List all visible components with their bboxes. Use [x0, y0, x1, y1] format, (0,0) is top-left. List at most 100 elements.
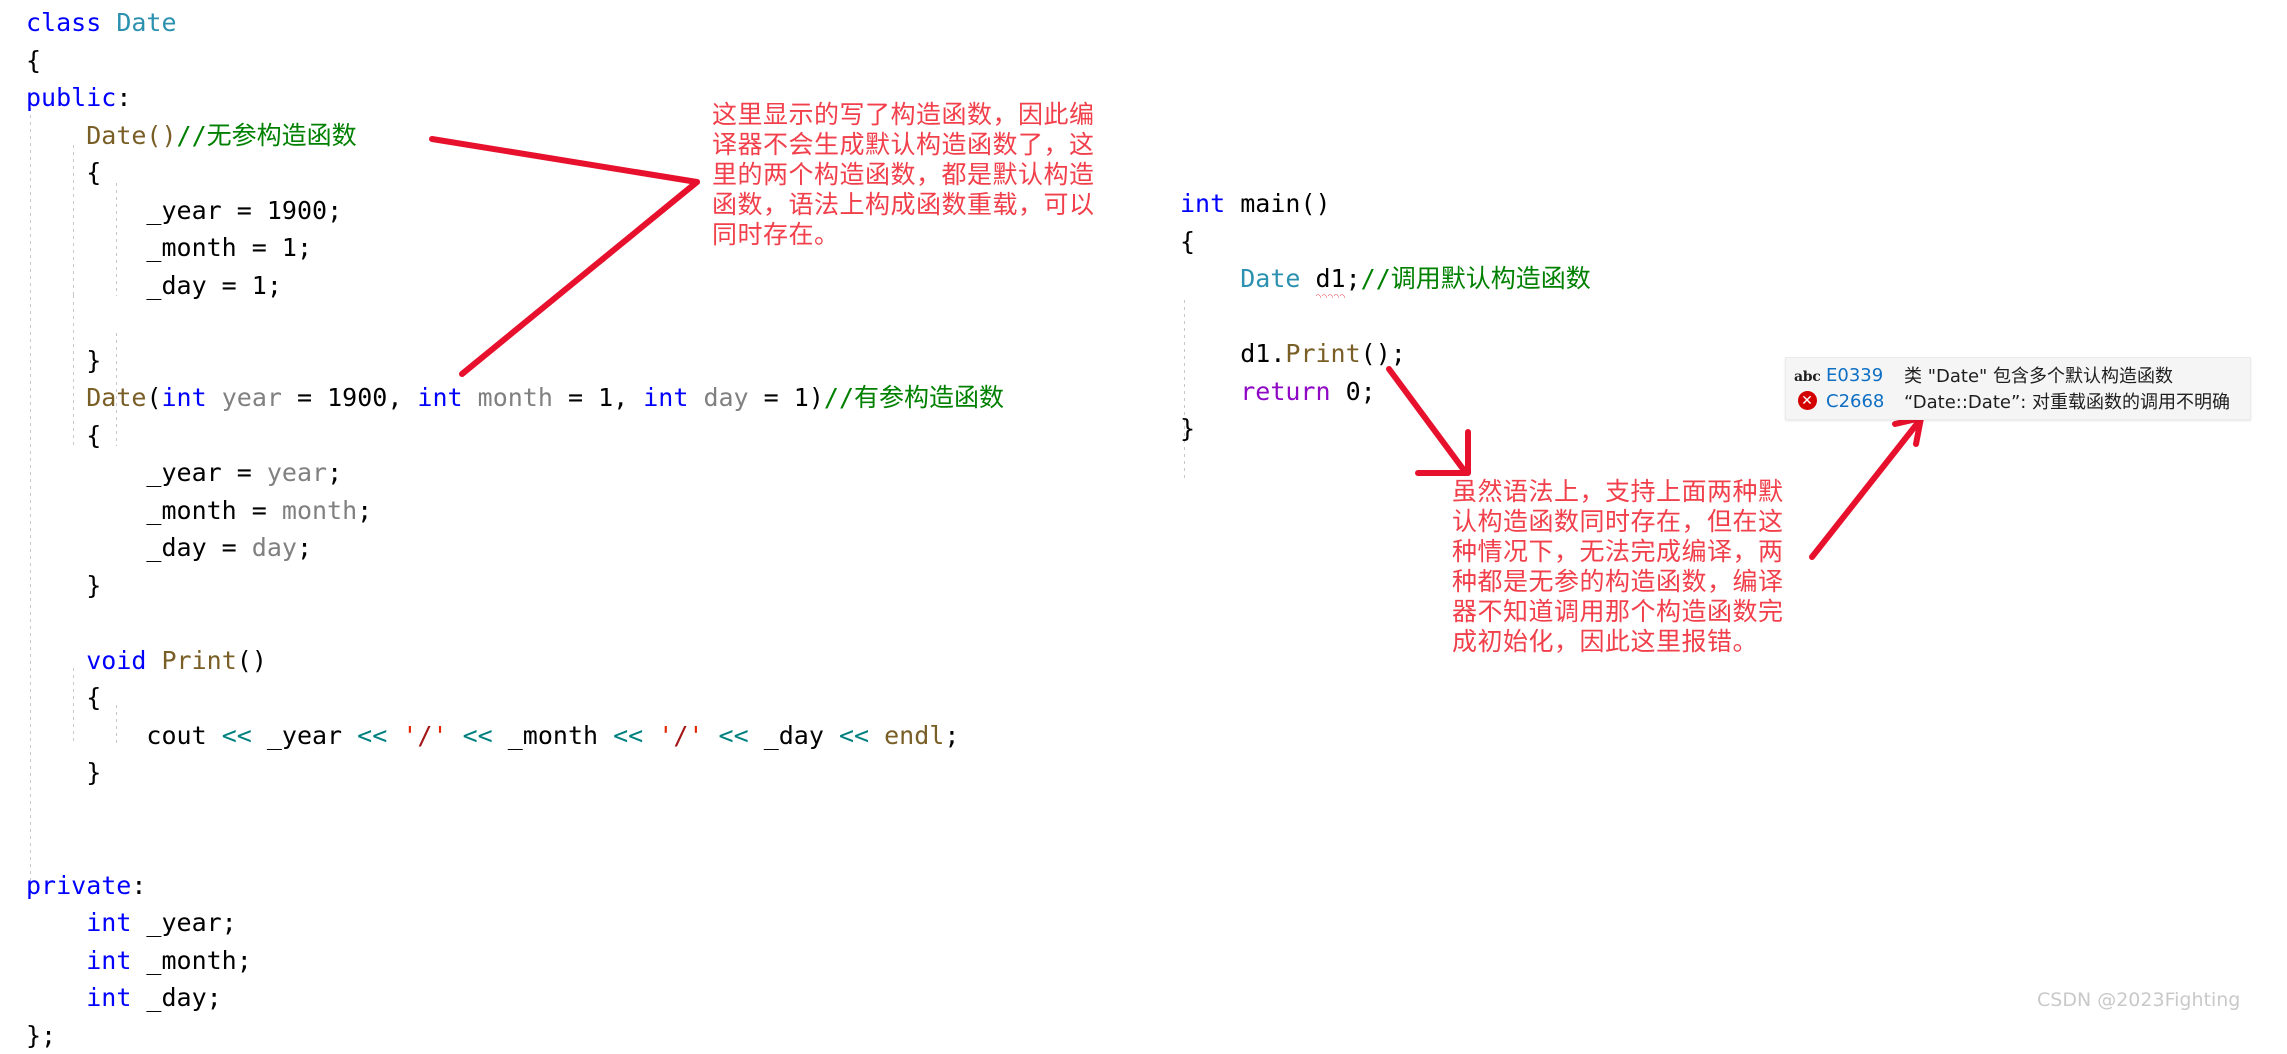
code-line: return 0; — [1180, 373, 1591, 411]
arrowhead-note-to-errors — [1895, 418, 1921, 444]
code-token: _month; — [131, 946, 251, 975]
code-token: //调用默认构造函数 — [1361, 264, 1591, 293]
error-row[interactable]: abc E0339 类 "Date" 包含多个默认构造函数 — [1794, 362, 2240, 388]
code-token: << — [613, 721, 643, 750]
code-token — [26, 796, 41, 825]
code-token: int — [86, 908, 131, 937]
code-token: private — [26, 871, 131, 900]
code-token: //有参构造函数 — [824, 383, 1004, 412]
code-line: Date d1;//调用默认构造函数 — [1180, 260, 1591, 298]
code-token: _year; — [131, 908, 236, 937]
code-indent — [1180, 264, 1240, 293]
code-token: Date() — [86, 121, 176, 150]
error-list-tooltip[interactable]: abc E0339 类 "Date" 包含多个默认构造函数 ✕ C2668 “D… — [1785, 357, 2251, 420]
code-indent — [26, 121, 86, 150]
code-token: ( — [146, 383, 161, 412]
code-indent — [26, 233, 146, 262]
code-token: : — [131, 871, 146, 900]
code-line — [1180, 298, 1591, 336]
code-indent — [26, 383, 86, 412]
code-token — [688, 383, 703, 412]
code-line: _day = day; — [26, 529, 1004, 567]
code-token: _day = — [146, 271, 251, 300]
code-token: = — [282, 383, 327, 412]
code-token: { — [86, 421, 101, 450]
code-token: ; — [944, 721, 959, 750]
code-line: int _day; — [26, 979, 1004, 1017]
code-indent — [26, 758, 86, 787]
code-token: cout — [146, 721, 221, 750]
code-token: { — [86, 158, 101, 187]
code-token — [643, 721, 658, 750]
code-token: month — [478, 383, 553, 412]
code-token: _year = — [146, 458, 266, 487]
code-line: Date(int year = 1900, int month = 1, int… — [26, 379, 1004, 417]
code-indent — [26, 196, 146, 225]
error-code: C2668 — [1826, 391, 1904, 412]
code-indent — [26, 571, 86, 600]
code-token: day — [703, 383, 748, 412]
code-token: ; — [267, 271, 282, 300]
code-token — [26, 608, 41, 637]
spellcheck-abc-icon: abc — [1794, 365, 1820, 385]
code-token: ' — [402, 721, 417, 750]
code-token — [1331, 377, 1346, 406]
code-token: int — [417, 383, 462, 412]
code-line: { — [26, 42, 1004, 80]
code-indent — [26, 646, 86, 675]
code-token: { — [1180, 227, 1195, 256]
code-token: 1900 — [327, 383, 387, 412]
code-token: _month = — [146, 496, 281, 525]
code-token: _year — [252, 721, 357, 750]
annotation-right-note: 虽然语法上，支持上面两种默 认构造函数同时存在，但在这 种情况下，无法完成编译，… — [1452, 477, 1872, 657]
error-x-icon: ✕ — [1794, 391, 1820, 411]
code-token: () — [237, 646, 267, 675]
code-indent — [26, 983, 86, 1012]
code-token: ; — [1391, 339, 1406, 368]
code-token: = — [553, 383, 598, 412]
code-token: 1 — [598, 383, 613, 412]
code-token: ' — [658, 721, 673, 750]
code-token: } — [86, 571, 101, 600]
code-token: public — [26, 83, 116, 112]
code-token: //无参构造函数 — [177, 121, 357, 150]
code-token: () — [1361, 339, 1391, 368]
code-token: , — [387, 383, 417, 412]
code-token: << — [222, 721, 252, 750]
code-block-main[interactable]: int main(){ Date d1;//调用默认构造函数 d1.Print(… — [1180, 185, 1591, 448]
code-token: int — [86, 983, 131, 1012]
code-token: endl — [884, 721, 944, 750]
code-token — [1300, 264, 1315, 293]
code-token: : — [116, 83, 131, 112]
code-line: } — [26, 342, 1004, 380]
code-indent — [1180, 339, 1240, 368]
code-token — [703, 721, 718, 750]
code-token: year — [222, 383, 282, 412]
code-token: ' — [688, 721, 703, 750]
code-token: Date — [1240, 264, 1300, 293]
code-token: { — [26, 46, 41, 75]
code-token: ' — [432, 721, 447, 750]
code-token: ; — [297, 533, 312, 562]
code-token: , — [613, 383, 643, 412]
code-token: _day — [749, 721, 839, 750]
code-token: 1 — [794, 383, 809, 412]
error-row[interactable]: ✕ C2668 “Date::Date”: 对重载函数的调用不明确 — [1794, 388, 2240, 414]
code-token: int — [162, 383, 207, 412]
code-token: main — [1240, 189, 1300, 218]
code-token: 1900 — [267, 196, 327, 225]
code-token — [869, 721, 884, 750]
code-line: } — [26, 567, 1004, 605]
code-token — [1225, 189, 1240, 218]
code-token — [26, 833, 41, 862]
code-token: _year = — [146, 196, 266, 225]
code-line: int main() — [1180, 185, 1591, 223]
code-indent — [26, 946, 86, 975]
code-line: class Date — [26, 4, 1004, 42]
code-token: } — [86, 758, 101, 787]
code-line — [26, 604, 1004, 642]
code-token: ; — [327, 196, 342, 225]
error-message: 类 "Date" 包含多个默认构造函数 — [1904, 362, 2173, 388]
code-token: / — [673, 721, 688, 750]
code-token: return — [1240, 377, 1330, 406]
